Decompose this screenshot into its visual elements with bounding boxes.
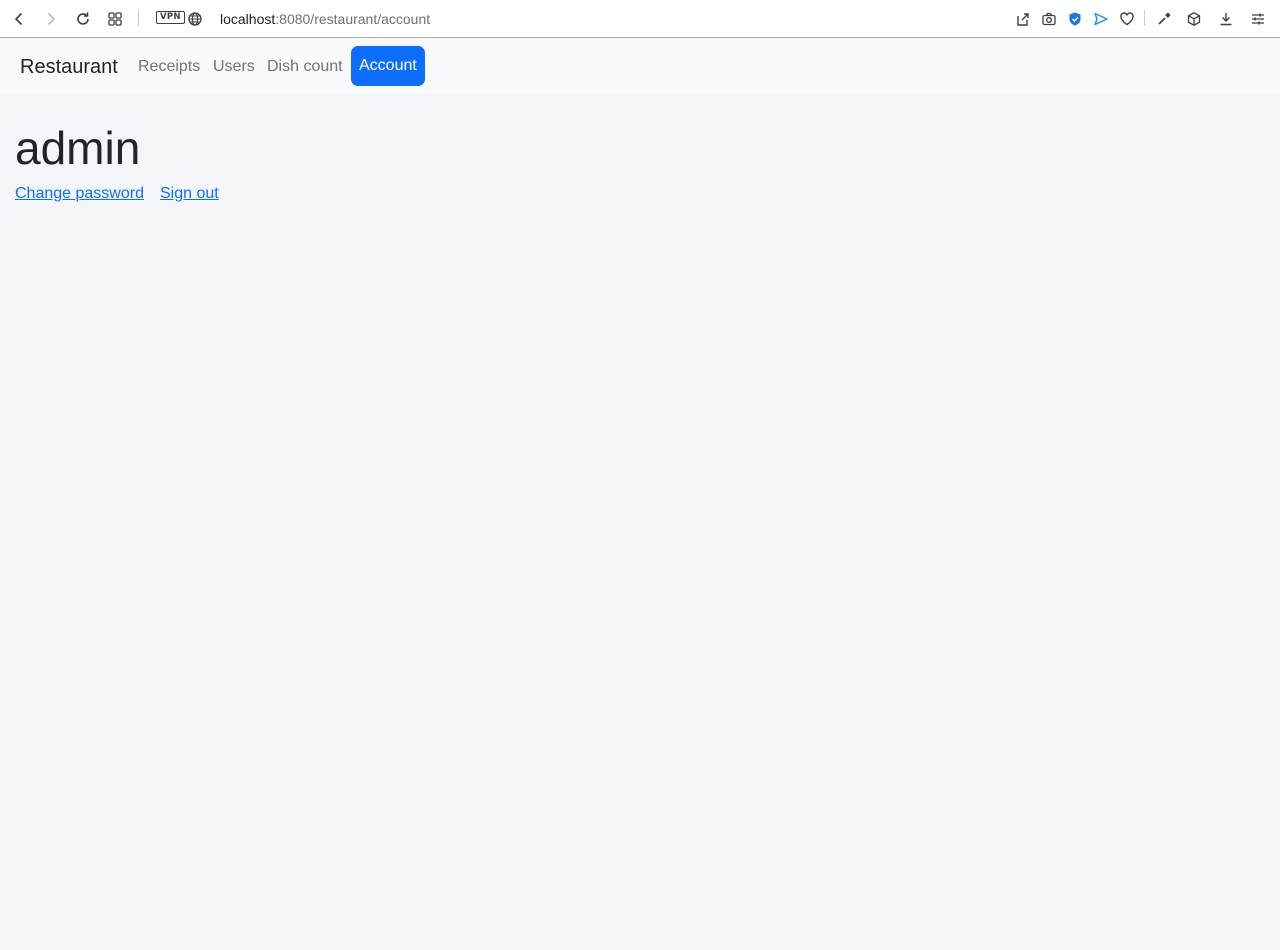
navbar: Restaurant Receipts Users Dish count Acc… [0, 38, 1280, 94]
share-icon[interactable] [1013, 9, 1033, 29]
nav-link-dish-count[interactable]: Dish count [267, 58, 343, 76]
nav-link-users[interactable]: Users [213, 58, 255, 76]
reload-icon[interactable] [73, 9, 93, 29]
camera-icon[interactable] [1039, 9, 1059, 29]
toolbar-separator [138, 10, 139, 26]
send-icon[interactable] [1091, 9, 1111, 29]
change-password-link[interactable]: Change password [15, 185, 144, 203]
navbar-brand[interactable]: Restaurant [20, 56, 118, 78]
download-icon[interactable] [1216, 9, 1236, 29]
toolbar-separator [1144, 10, 1145, 26]
nav-link-account[interactable]: Account [351, 46, 425, 86]
forward-icon[interactable] [41, 9, 61, 29]
globe-icon[interactable] [185, 9, 205, 29]
cube-icon[interactable] [1184, 9, 1204, 29]
vpn-badge[interactable]: VPN [156, 11, 185, 24]
menu-sliders-icon[interactable] [1248, 9, 1268, 29]
shield-icon[interactable] [1065, 9, 1085, 29]
nav-link-receipts[interactable]: Receipts [138, 58, 200, 76]
eyedropper-icon[interactable] [1154, 9, 1174, 29]
url-host: localhost [220, 11, 276, 27]
browser-toolbar: VPN localhost:8080/restaurant/account [0, 0, 1280, 38]
heart-icon[interactable] [1117, 9, 1137, 29]
tabs-grid-icon[interactable] [105, 9, 125, 29]
url-path: :8080/restaurant/account [275, 11, 431, 27]
address-bar[interactable]: localhost:8080/restaurant/account [220, 10, 430, 28]
page-title: admin [15, 122, 141, 174]
sign-out-link[interactable]: Sign out [160, 185, 219, 203]
back-icon[interactable] [9, 9, 29, 29]
